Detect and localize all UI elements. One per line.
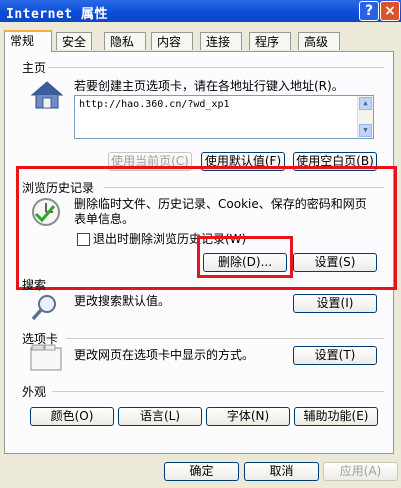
tab-privacy[interactable]: 隐私	[104, 32, 146, 50]
tabs-separator	[66, 338, 384, 339]
cancel-button[interactable]: 取消	[244, 462, 319, 481]
search-group-label: 搜索	[22, 278, 47, 292]
languages-button[interactable]: 语言(L)	[118, 407, 202, 426]
homepage-url-field[interactable]: http://hao.360.cn/?wd_xp1 ▲ ▼	[74, 95, 374, 139]
homepage-url-text: http://hao.360.cn/?wd_xp1	[79, 99, 230, 110]
house-icon	[30, 80, 64, 113]
home-separator	[48, 67, 384, 68]
tabs-description: 更改网页在选项卡中显示的方式。	[74, 348, 255, 362]
appearance-group-label: 外观	[22, 385, 47, 399]
search-description: 更改搜索默认值。	[74, 294, 171, 308]
tab-security[interactable]: 安全	[56, 32, 92, 50]
scroll-down-icon[interactable]: ▼	[359, 124, 372, 137]
search-settings-button[interactable]: 设置(I)	[293, 294, 377, 313]
delete-highlight-box	[197, 236, 293, 278]
colors-button[interactable]: 颜色(O)	[30, 407, 114, 426]
scroll-up-icon[interactable]: ▲	[359, 97, 372, 110]
close-button[interactable]: ×	[380, 1, 400, 21]
appearance-separator	[52, 391, 384, 392]
accessibility-button[interactable]: 辅助功能(E)	[294, 407, 378, 426]
home-description: 若要创建主页选项卡，请在各地址行键入地址(R)。	[74, 79, 344, 93]
tab-content[interactable]: 内容	[151, 32, 193, 50]
help-button[interactable]: ?	[359, 1, 379, 21]
tabs-settings-button[interactable]: 设置(T)	[293, 346, 377, 365]
tabs-icon	[30, 344, 64, 375]
tab-general[interactable]: 常规	[4, 30, 52, 52]
title-bar: Internet 属性 ? ×	[0, 0, 401, 22]
window-title: Internet 属性	[6, 7, 108, 22]
ok-button[interactable]: 确定	[164, 462, 239, 481]
apply-button[interactable]: 应用(A)	[323, 462, 398, 481]
url-scrollbar[interactable]: ▲ ▼	[357, 96, 373, 138]
tab-programs[interactable]: 程序	[249, 32, 291, 50]
home-group-label: 主页	[22, 61, 47, 75]
tab-connections[interactable]: 连接	[200, 32, 242, 50]
fonts-button[interactable]: 字体(N)	[206, 407, 290, 426]
tab-advanced[interactable]: 高级	[298, 32, 340, 50]
magnifier-icon	[30, 292, 60, 325]
